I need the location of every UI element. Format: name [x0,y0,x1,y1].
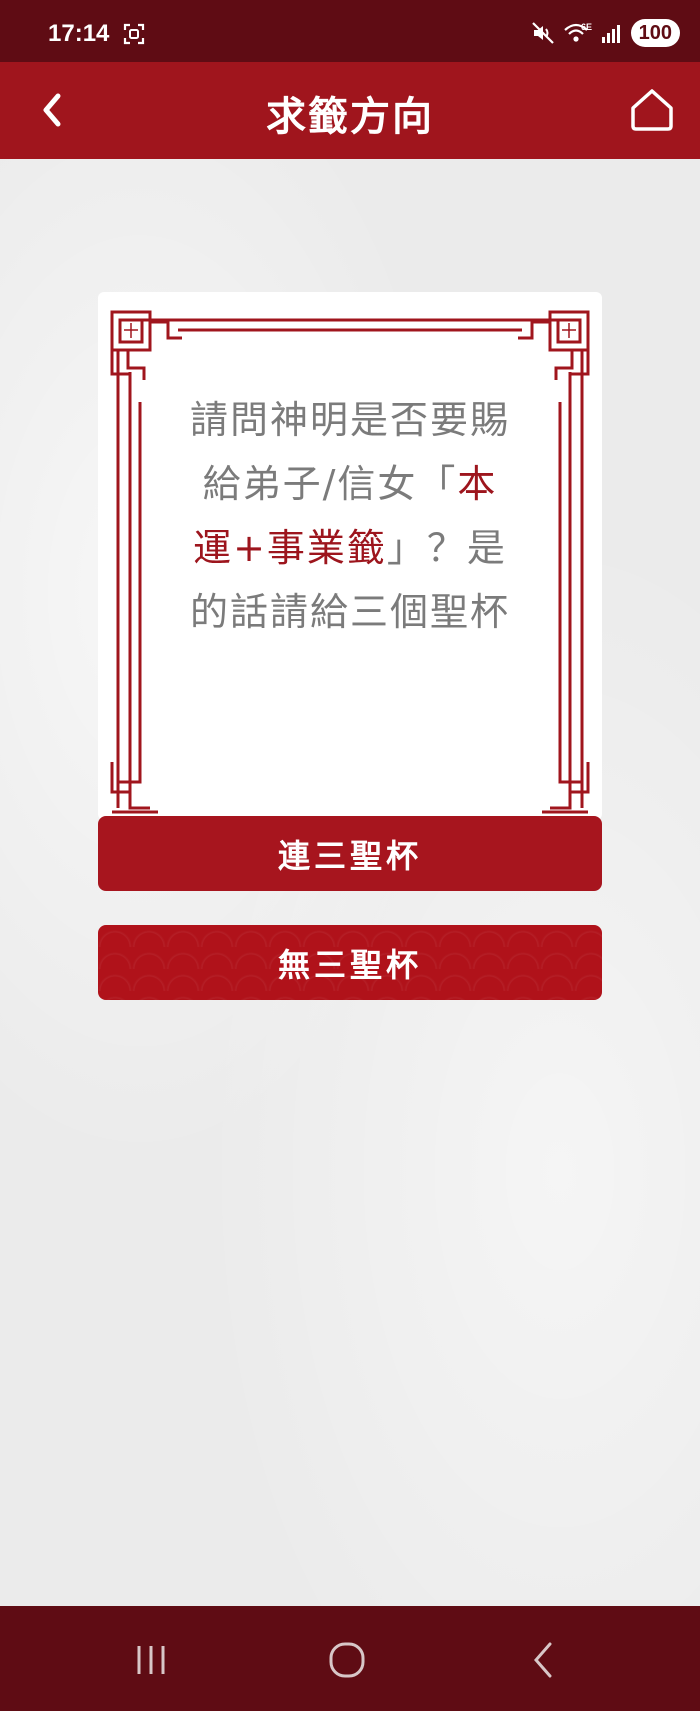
system-home-button[interactable] [322,1638,372,1682]
home-circle-icon [329,1642,365,1678]
system-nav-bar [0,1606,700,1711]
question-card: 請問神明是否要賜給弟子/信女「本運+事業籤」？是的話請給三個聖杯 [98,292,602,820]
screenshot-icon [123,23,145,45]
wifi-6e-icon: 6E [563,22,592,42]
status-icons: 6E 100 [531,18,680,48]
page-title: 求籤方向 [266,94,434,140]
status-time: 17:14 [48,20,110,47]
question-text: 請問神明是否要賜給弟子/信女「本運+事業籤」？是的話請給三個聖杯 [188,388,512,644]
recent-apps-button[interactable] [127,1638,177,1682]
status-bar: 17:14 6E 100 [0,0,700,62]
home-button[interactable] [626,84,678,136]
app-header: 求籤方向 [0,62,700,159]
mute-icon [531,22,554,44]
signal-icon [601,25,620,43]
home-icon [631,89,673,131]
battery-indicator: 100 [630,19,680,47]
recent-apps-icon [137,1646,165,1674]
system-back-button[interactable] [520,1638,570,1682]
svg-text:6E: 6E [581,22,592,32]
three-holy-cups-button[interactable]: 連三聖杯 [98,816,602,891]
no-three-holy-cups-button[interactable]: 無三聖杯 [98,925,602,1000]
back-icon [534,1642,552,1678]
